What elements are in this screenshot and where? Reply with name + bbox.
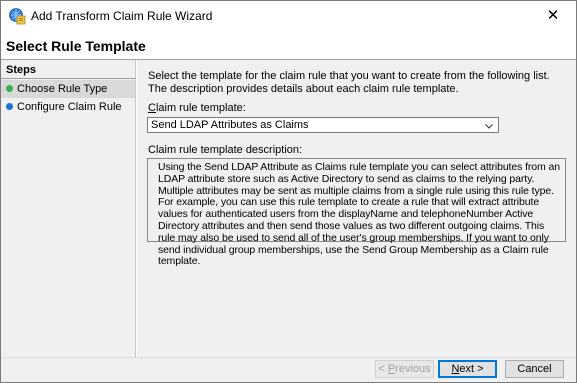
next-button[interactable]: Next >	[438, 360, 497, 378]
window-title: Add Transform Claim Rule Wizard	[31, 9, 213, 23]
step-pending-icon	[6, 103, 13, 110]
template-label: Claim rule template:	[148, 102, 246, 114]
sidebar-item-choose-rule-type[interactable]: Choose Rule Type	[1, 80, 135, 98]
rule-template-dropdown[interactable]: Send LDAP Attributes as Claims	[147, 117, 499, 133]
next-label: ext >	[459, 363, 484, 375]
previous-label: revious	[395, 363, 431, 375]
previous-prefix: <	[378, 363, 388, 375]
sidebar-item-label: Choose Rule Type	[17, 83, 108, 95]
previous-button[interactable]: < Previous	[375, 360, 434, 378]
rule-template-selected: Send LDAP Attributes as Claims	[151, 119, 309, 131]
page-header: Select Rule Template	[1, 31, 576, 59]
description-box: Using the Send LDAP Attribute as Claims …	[147, 158, 566, 267]
button-bar: < Previous Next > Cancel	[1, 358, 576, 382]
template-label-accelerator: C	[148, 102, 156, 114]
wizard-app-icon	[9, 8, 26, 25]
title-bar[interactable]: Add Transform Claim Rule Wizard ✕	[1, 1, 576, 31]
wizard-window: Add Transform Claim Rule Wizard ✕ Select…	[0, 0, 577, 383]
sidebar-item-configure-claim-rule[interactable]: Configure Claim Rule	[1, 98, 135, 116]
page-title: Select Rule Template	[6, 38, 146, 54]
close-icon[interactable]: ✕	[530, 1, 576, 31]
description-text: Using the Send LDAP Attribute as Claims …	[158, 161, 560, 268]
steps-heading: Steps	[6, 64, 36, 76]
sidebar-item-label: Configure Claim Rule	[17, 101, 122, 113]
main-panel: Select the template for the claim rule t…	[137, 60, 576, 357]
steps-divider	[1, 78, 135, 79]
chevron-down-icon	[485, 124, 493, 129]
cancel-button[interactable]: Cancel	[505, 360, 564, 378]
template-label-text: laim rule template:	[155, 102, 246, 114]
step-current-icon	[6, 85, 13, 92]
intro-text: Select the template for the claim rule t…	[148, 70, 550, 95]
steps-sidebar: Steps Choose Rule Type Configure Claim R…	[1, 60, 136, 357]
description-label: Claim rule template description:	[148, 144, 303, 156]
